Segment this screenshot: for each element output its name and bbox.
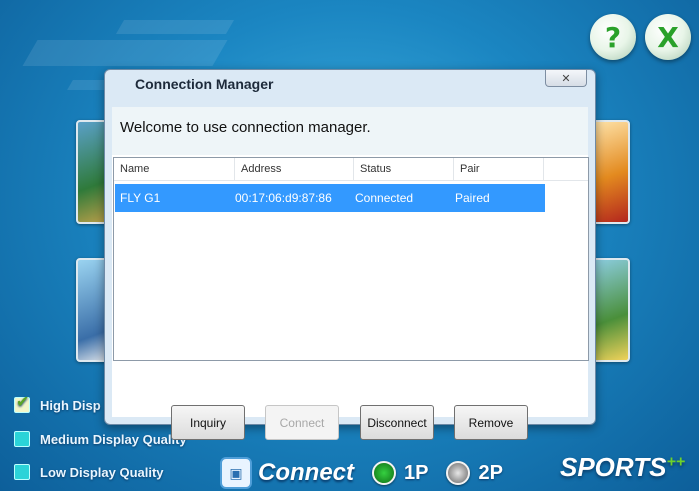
disconnect-button[interactable]: Disconnect — [360, 405, 434, 440]
column-header-address[interactable]: Address — [235, 158, 354, 180]
connection-manager-dialog: Connection Manager ✕ Welcome to use conn… — [104, 69, 596, 440]
medium-display-checkbox[interactable] — [14, 431, 30, 447]
player1-radio[interactable] — [372, 461, 396, 485]
column-header-name[interactable]: Name — [114, 158, 235, 180]
device-pair: Paired — [455, 191, 490, 205]
remove-button[interactable]: Remove — [454, 405, 528, 440]
logo-suffix: ++ — [666, 453, 686, 471]
dialog-title: Connection Manager — [135, 76, 274, 92]
device-status: Connected — [355, 191, 414, 205]
device-list[interactable]: Name Address Status Pair FLY G1 00:17:06… — [113, 157, 589, 361]
player1-label: 1P — [404, 461, 429, 484]
medium-display-quality-option[interactable]: Medium Display Quality — [14, 430, 187, 448]
device-address: 00:17:06:d9:87:86 — [235, 191, 332, 205]
low-display-label: Low Display Quality — [40, 464, 164, 480]
background-streak — [115, 20, 235, 34]
device-name: FLY G1 — [120, 191, 161, 205]
connect-bar: ▣ Connect 1P 2P — [220, 456, 503, 490]
column-header-status[interactable]: Status — [354, 158, 454, 180]
inquiry-button[interactable]: Inquiry — [171, 405, 245, 440]
high-display-quality-option[interactable]: ✔ High Disp — [14, 392, 101, 414]
close-icon[interactable]: X — [645, 14, 691, 60]
player2-radio[interactable] — [446, 461, 471, 485]
device-row[interactable]: FLY G1 00:17:06:d9:87:86 Connected Paire… — [115, 184, 545, 212]
low-display-quality-option[interactable]: Low Display Quality — [14, 463, 164, 481]
low-display-checkbox[interactable] — [14, 464, 30, 480]
high-display-checkbox[interactable]: ✔ — [14, 392, 30, 413]
high-display-label: High Disp — [40, 397, 101, 413]
help-icon[interactable]: ? — [590, 14, 636, 60]
medium-display-label: Medium Display Quality — [40, 431, 187, 447]
check-icon: ✔ — [16, 392, 30, 411]
sports-logo: SPORTS++ — [560, 452, 685, 483]
controller-icon[interactable]: ▣ — [220, 457, 252, 489]
player2-label: 2P — [478, 461, 503, 484]
dialog-body: Welcome to use connection manager. Name … — [112, 107, 589, 440]
logo-text: SPORTS — [560, 452, 667, 482]
column-header-pair[interactable]: Pair — [454, 158, 544, 180]
background-streak — [22, 40, 228, 66]
welcome-strip: Welcome to use connection manager. — [112, 107, 588, 155]
device-list-header: Name Address Status Pair — [114, 158, 588, 181]
connect-label[interactable]: Connect — [258, 459, 354, 487]
welcome-text: Welcome to use connection manager. — [120, 119, 371, 136]
dialog-close-icon[interactable]: ✕ — [545, 70, 587, 87]
connect-button: Connect — [265, 405, 339, 440]
